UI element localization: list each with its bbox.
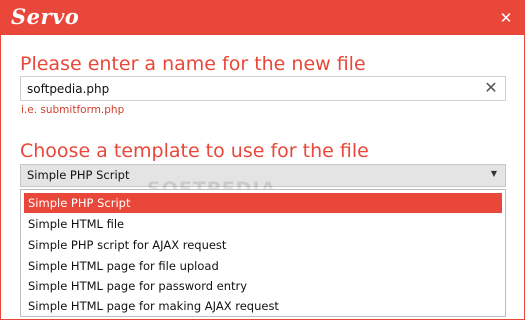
- clear-button[interactable]: ✕: [483, 79, 499, 97]
- app-title: Servo: [11, 4, 80, 29]
- clear-icon: ✕: [484, 78, 498, 97]
- dropdown-item[interactable]: Simple PHP Script: [24, 193, 502, 213]
- close-button[interactable]: ✕: [496, 8, 516, 28]
- titlebar[interactable]: Servo ✕: [1, 1, 524, 35]
- file-name-hint: i.e. submitform.php: [21, 104, 125, 116]
- dropdown-item[interactable]: Simple HTML page for making AJAX request: [24, 296, 502, 316]
- template-selected-value: Simple PHP Script: [27, 168, 130, 182]
- file-name-input[interactable]: [27, 80, 477, 97]
- template-dropdown-list: Simple PHP Script Simple HTML file Simpl…: [20, 189, 506, 317]
- dropdown-item[interactable]: Simple HTML page for password entry: [24, 276, 502, 296]
- dropdown-item[interactable]: Simple PHP script for AJAX request: [24, 235, 502, 255]
- close-icon: ✕: [499, 9, 513, 27]
- file-name-field[interactable]: ✕: [20, 76, 506, 101]
- dialog-window: Servo ✕ Please enter a name for the new …: [0, 0, 525, 320]
- file-name-prompt: Please enter a name for the new file: [20, 53, 366, 75]
- dropdown-item[interactable]: Simple HTML page for file upload: [24, 256, 502, 276]
- template-prompt: Choose a template to use for the file: [20, 140, 369, 162]
- dropdown-item[interactable]: Simple HTML file: [24, 214, 502, 234]
- chevron-down-icon: ▼: [490, 169, 497, 178]
